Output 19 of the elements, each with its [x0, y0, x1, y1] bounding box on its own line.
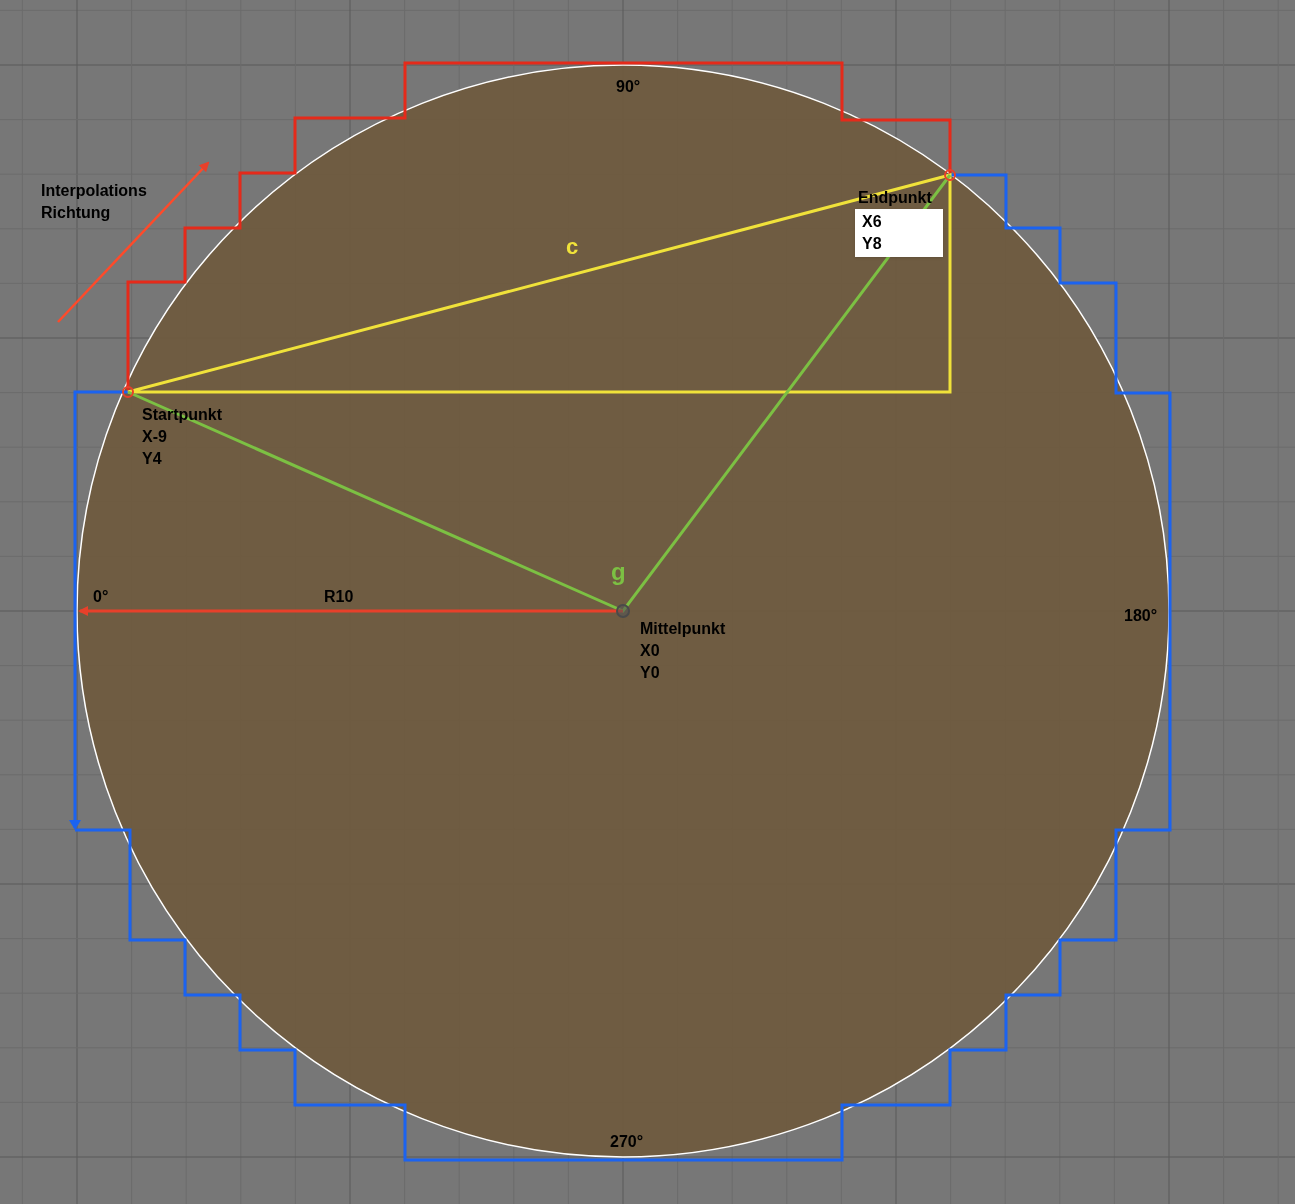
angle-label: 90° [616, 77, 641, 97]
coordinate-text: Y4 [142, 449, 163, 469]
center-point-marker [616, 604, 630, 618]
direction-label: Interpolations [41, 181, 147, 201]
angle-label: 270° [610, 1132, 644, 1152]
coordinate-text: X-9 [142, 427, 168, 447]
angle-symbol: g [611, 558, 626, 586]
chord-label: c [566, 234, 579, 260]
radius-label: R10 [324, 587, 354, 607]
coordinate-text: Y8 [862, 234, 883, 254]
angle-label: 0° [93, 587, 109, 607]
point-label: Mittelpunkt [640, 619, 726, 639]
angle-label: 180° [1124, 606, 1158, 626]
start-point-marker [122, 386, 134, 398]
coordinate-text: X0 [640, 641, 661, 661]
end-point-marker [944, 169, 956, 181]
coordinate-text: Y0 [640, 663, 661, 683]
coordinate-text: X6 [862, 212, 883, 232]
direction-label: Richtung [41, 203, 112, 223]
